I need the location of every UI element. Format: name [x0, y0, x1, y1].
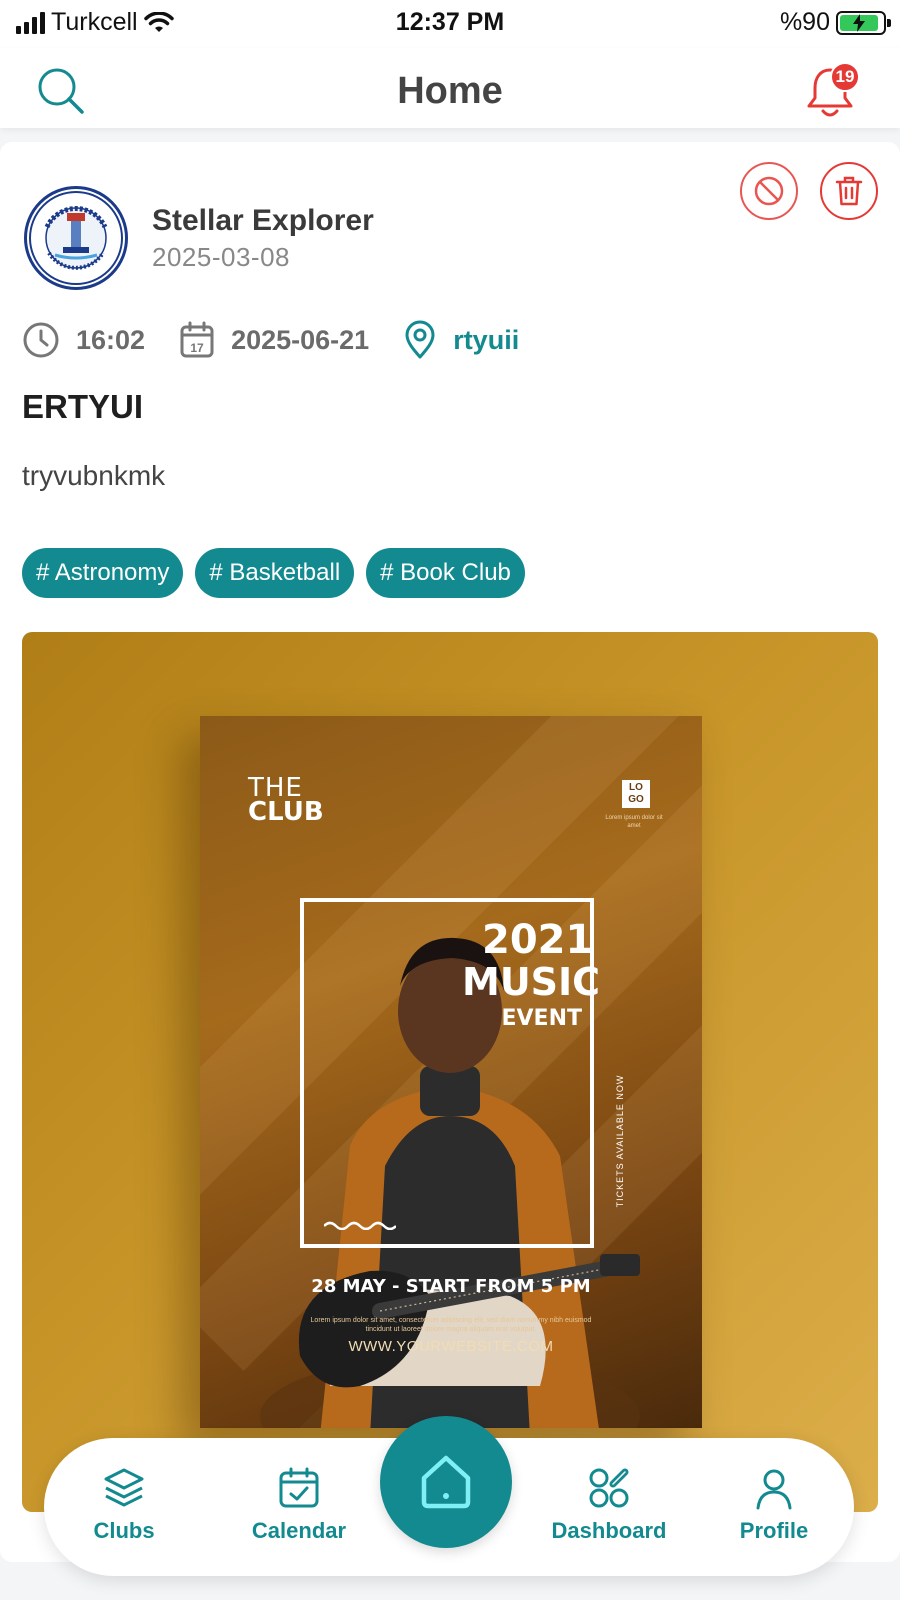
calendar-icon-day: 17 — [190, 341, 204, 355]
event-poster: THE CLUB LO GO Lorem ipsum dolor sit ame… — [200, 716, 702, 1428]
layers-icon — [104, 1468, 144, 1507]
post-author[interactable]: Stellar Explorer — [152, 204, 374, 238]
clock-icon — [23, 322, 59, 358]
app-header: Home 19 — [0, 48, 900, 128]
calendar-check-icon — [279, 1467, 319, 1508]
poster-year: 2021 — [482, 917, 594, 963]
tag-chip[interactable]: # Basketball — [195, 548, 355, 598]
tag-chip[interactable]: # Astronomy — [22, 548, 184, 598]
nav-label-dashboard: Dashboard — [551, 1518, 667, 1543]
block-button[interactable] — [740, 162, 798, 220]
dashboard-icon — [589, 1468, 629, 1508]
home-icon — [421, 1455, 471, 1509]
page-title: Home — [397, 70, 503, 112]
poster-subheadline: EVENT — [501, 1006, 582, 1031]
event-image[interactable]: THE CLUB LO GO Lorem ipsum dolor sit ame… — [22, 632, 878, 1512]
university-logo — [29, 191, 123, 285]
nav-label-calendar: Calendar — [251, 1518, 347, 1543]
nav-item-dashboard[interactable]: Dashboard — [534, 1466, 684, 1544]
event-location-value: rtyuii — [453, 324, 520, 355]
poster-club-mark: THE CLUB — [248, 775, 324, 827]
poster-logo: LO GO — [622, 780, 650, 808]
delete-button[interactable] — [820, 162, 878, 220]
nav-label-profile: Profile — [739, 1518, 809, 1543]
event-meta: 16:02 17 2025-06-21 rtyuii — [22, 318, 553, 362]
calendar-icon: 17 — [180, 321, 214, 358]
nav-label-clubs: Clubs — [93, 1518, 155, 1543]
tag-list: # Astronomy # Basketball # Book Club — [22, 548, 525, 598]
battery-percent: %90 — [779, 8, 830, 36]
poster-date-line: 28 MAY - START FROM 5 PM — [311, 1276, 591, 1297]
block-icon — [754, 176, 784, 206]
user-icon — [756, 1469, 792, 1510]
notifications-button[interactable]: 19 — [804, 62, 860, 120]
poster-wave-decoration — [324, 1221, 396, 1230]
poster-url: WWW.YOURWEBSITE.COM — [348, 1338, 554, 1355]
event-time: 16:02 — [22, 321, 145, 359]
nav-item-calendar[interactable]: Calendar — [214, 1466, 384, 1544]
tag-chip[interactable]: # Book Club — [366, 548, 525, 598]
nav-item-clubs[interactable]: Clubs — [64, 1466, 184, 1544]
event-date: 17 2025-06-21 — [179, 321, 369, 359]
post-date: 2025-03-08 — [152, 242, 290, 272]
poster-body-text: Lorem ipsum dolor sit amet, consectetuer… — [310, 1317, 592, 1333]
poster-club-line2: CLUB — [248, 797, 324, 827]
poster-side-text: TICKETS AVAILABLE NOW — [615, 1074, 625, 1208]
battery-fill — [840, 13, 878, 32]
nav-item-profile[interactable]: Profile — [714, 1466, 834, 1544]
poster-headline: MUSIC — [462, 960, 601, 1004]
location-pin-icon — [405, 320, 435, 359]
status-right: %90 — [779, 8, 891, 37]
clock: 12:37 PM — [395, 8, 505, 36]
notification-badge: 19 — [830, 62, 860, 92]
battery-icon — [836, 10, 891, 35]
event-title: ERTYUI — [22, 388, 144, 425]
nav-item-home[interactable] — [380, 1416, 512, 1548]
status-bar: Turkcell 12:37 PM %90 — [0, 0, 900, 48]
poster-logo-caption: Lorem ipsum dolor sit amet — [605, 815, 663, 829]
trash-icon — [835, 176, 863, 206]
charging-icon — [852, 13, 865, 32]
club-avatar[interactable] — [24, 186, 128, 290]
event-description: tryvubnkmk — [22, 460, 166, 491]
event-post-card: Stellar Explorer 2025-03-08 16:02 17 202… — [0, 142, 900, 1562]
event-date-value: 2025-06-21 — [231, 324, 370, 355]
event-time-value: 16:02 — [76, 324, 146, 355]
event-location[interactable]: rtyuii — [403, 320, 519, 360]
